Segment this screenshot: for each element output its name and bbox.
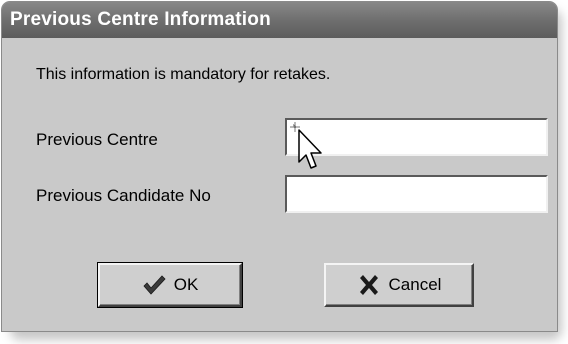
cancel-button-label: Cancel — [388, 275, 442, 294]
checkmark-icon — [142, 273, 166, 297]
previous-centre-dialog: Previous Centre Information This informa… — [1, 1, 558, 332]
ok-button[interactable]: OK — [97, 262, 243, 308]
previous-centre-label: Previous Centre — [36, 130, 158, 149]
ok-button-label: OK — [173, 275, 199, 294]
cancel-button[interactable]: Cancel — [324, 263, 474, 307]
page: Previous Centre Information This informa… — [0, 0, 568, 344]
mouse-cursor-icon — [290, 122, 330, 182]
title-bar[interactable]: Previous Centre Information — [2, 2, 557, 38]
x-icon — [357, 273, 381, 297]
dialog-title: Previous Centre Information — [10, 9, 271, 30]
mandatory-message: This information is mandatory for retake… — [36, 66, 331, 83]
dialog-body: This information is mandatory for retake… — [2, 38, 557, 331]
previous-candidate-no-label: Previous Candidate No — [36, 186, 211, 205]
